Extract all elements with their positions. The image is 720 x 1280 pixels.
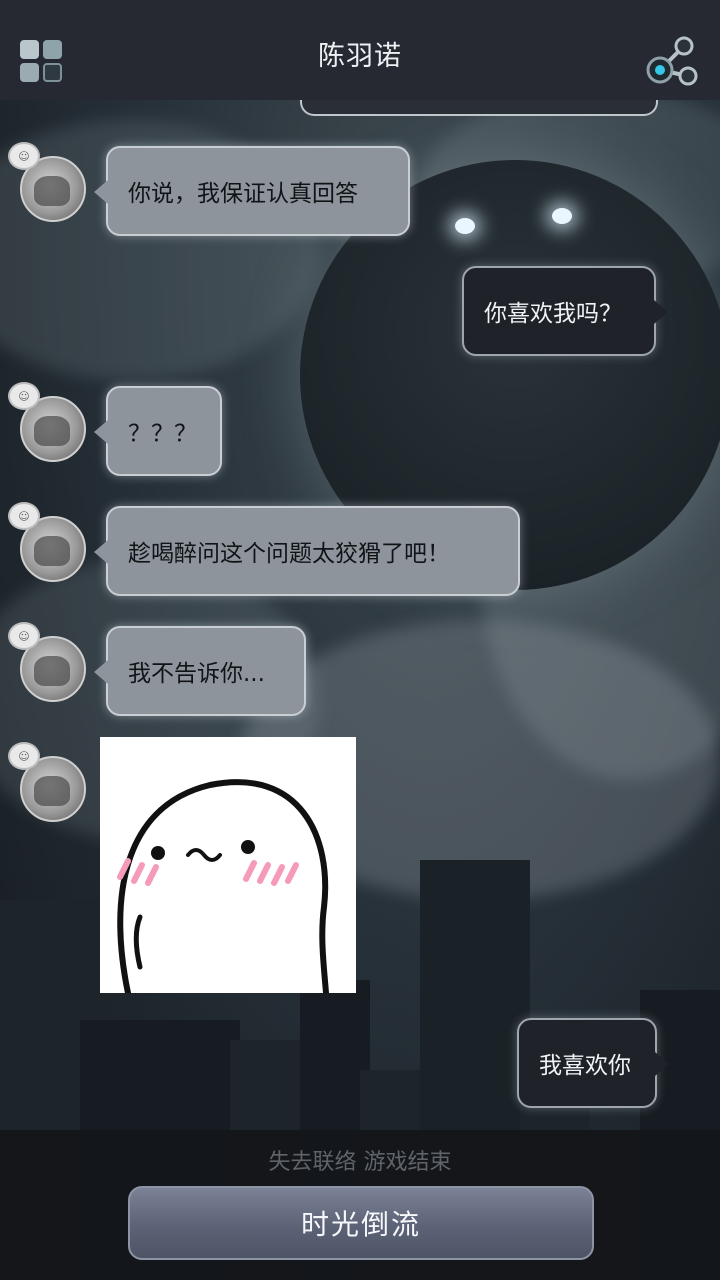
message-bubble[interactable]: 你说，我保证认真回答 [94, 146, 410, 236]
glowing-eye-right [552, 208, 572, 224]
rewind-time-button[interactable]: 时光倒流 [128, 1186, 594, 1260]
game-over-panel: 失去联络 游戏结束 时光倒流 [0, 1130, 720, 1280]
avatar-badge-icon: ☺ [8, 742, 40, 770]
blushing-blob-sticker[interactable] [100, 737, 356, 996]
avatar-badge-icon: ☺ [8, 382, 40, 410]
glowing-eye-left [455, 218, 475, 234]
avatar-badge-icon: ☺ [8, 502, 40, 530]
avatar-badge-icon: ☺ [8, 142, 40, 170]
avatar-badge-icon: ☺ [8, 622, 40, 650]
chat-title: 陈羽诺 [318, 41, 402, 72]
message-bubble[interactable]: 你喜欢我吗？ [462, 266, 668, 356]
share-icon[interactable] [644, 36, 700, 90]
message-bubble[interactable]: 我喜欢你 [517, 1018, 669, 1108]
game-over-status: 失去联络 游戏结束 [268, 1150, 452, 1175]
message-bubble[interactable]: ？？？ [94, 386, 222, 476]
message-bubble[interactable]: 我不告诉你... [94, 626, 306, 716]
message-bubble[interactable]: 趁喝醉问这个问题太狡猾了吧！ [94, 506, 520, 596]
top-bar: 陈羽诺 [0, 0, 720, 100]
